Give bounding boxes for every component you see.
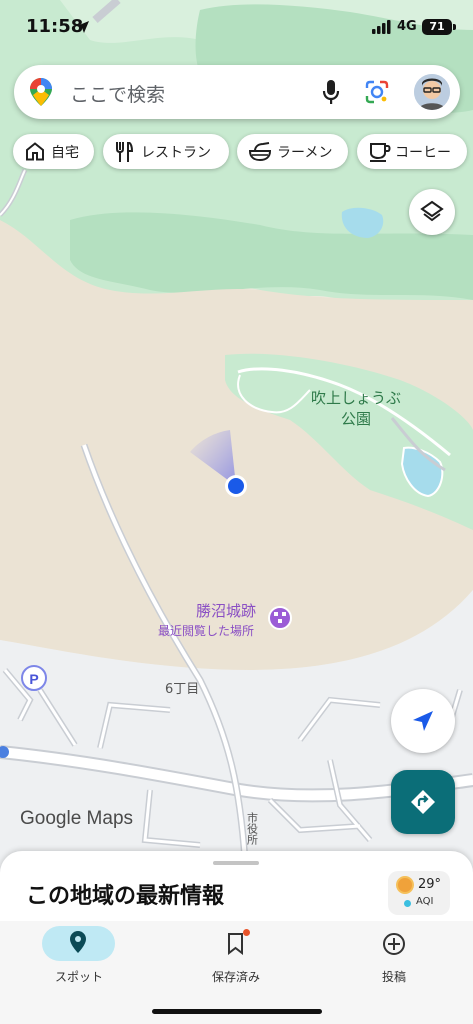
chip-coffee-label: コーヒー xyxy=(395,145,451,161)
home-indicator[interactable] xyxy=(152,1009,322,1014)
bottom-sheet[interactable]: この地域の最新情報 29° AQI xyxy=(0,851,473,931)
home-icon xyxy=(26,142,44,161)
avatar[interactable] xyxy=(414,74,450,110)
network-type: 4G xyxy=(397,19,417,34)
aqi-dot-icon xyxy=(404,900,411,907)
google-lens-icon[interactable] xyxy=(364,79,390,105)
directions-icon xyxy=(411,790,435,814)
clock: 11:58 xyxy=(26,16,84,37)
recenter-button[interactable] xyxy=(391,689,455,753)
weather-chip[interactable]: 29° AQI xyxy=(388,871,450,915)
tab-contribute[interactable]: 投稿 xyxy=(334,921,454,991)
park-label-line1: 吹上しょうぶ xyxy=(310,389,401,407)
battery-tip xyxy=(453,24,456,30)
add-circle-icon xyxy=(383,933,405,955)
bookmark-icon xyxy=(228,933,243,955)
place-sublabel: 最近閲覧した場所 xyxy=(158,624,255,638)
search-bar[interactable]: ここで検索 xyxy=(14,65,460,119)
area-label: 6丁目 xyxy=(165,682,200,697)
tab-saved-label: 保存済み xyxy=(211,970,260,984)
road-label: 市役所 xyxy=(246,811,259,846)
navigation-arrow-icon xyxy=(413,711,433,731)
layers-button[interactable] xyxy=(409,189,455,235)
aqi-label: AQI xyxy=(416,896,434,907)
fork-knife-icon xyxy=(116,142,133,162)
tab-contribute-label: 投稿 xyxy=(381,970,406,984)
layers-icon xyxy=(420,200,444,222)
chip-home[interactable]: 自宅 xyxy=(13,134,94,169)
coffee-cup-icon xyxy=(370,143,391,162)
battery-level: 71 xyxy=(429,20,445,33)
park-label-line2: 公園 xyxy=(340,410,371,428)
sun-icon xyxy=(396,876,414,894)
sheet-title: この地域の最新情報 xyxy=(26,884,225,909)
google-maps-pin-icon xyxy=(30,78,52,106)
place-pin-icon xyxy=(268,606,292,630)
park-label[interactable]: 吹上しょうぶ 公園 xyxy=(306,388,406,430)
svg-text:P: P xyxy=(29,671,38,687)
location-services-icon xyxy=(77,21,89,33)
tab-explore-label: スポット xyxy=(54,970,103,984)
chip-ramen-label: ラーメン xyxy=(277,145,333,161)
chip-restaurant-label: レストラン xyxy=(141,145,211,161)
status-bar: 11:58 4G 71 xyxy=(0,0,473,54)
tab-explore[interactable]: スポット xyxy=(22,921,142,991)
ramen-bowl-icon xyxy=(249,142,271,162)
tab-saved[interactable]: 保存済み xyxy=(176,921,296,991)
chip-restaurant[interactable]: レストラン xyxy=(103,134,229,169)
google-maps-attribution: Google Maps xyxy=(20,808,134,829)
chip-coffee[interactable]: コーヒー xyxy=(357,134,467,169)
temperature: 29° xyxy=(418,877,442,892)
directions-button[interactable] xyxy=(391,770,455,834)
notification-dot xyxy=(243,929,250,936)
battery-icon: 71 xyxy=(422,19,452,35)
place-label[interactable]: 勝沼城跡 xyxy=(196,600,256,621)
signal-icon xyxy=(372,20,391,34)
search-input[interactable]: ここで検索 xyxy=(70,80,165,107)
sheet-drag-handle[interactable] xyxy=(213,861,259,865)
location-pin-icon xyxy=(70,931,86,953)
chip-home-label: 自宅 xyxy=(51,145,79,161)
chip-ramen[interactable]: ラーメン xyxy=(237,134,348,169)
microphone-icon[interactable] xyxy=(322,79,340,105)
